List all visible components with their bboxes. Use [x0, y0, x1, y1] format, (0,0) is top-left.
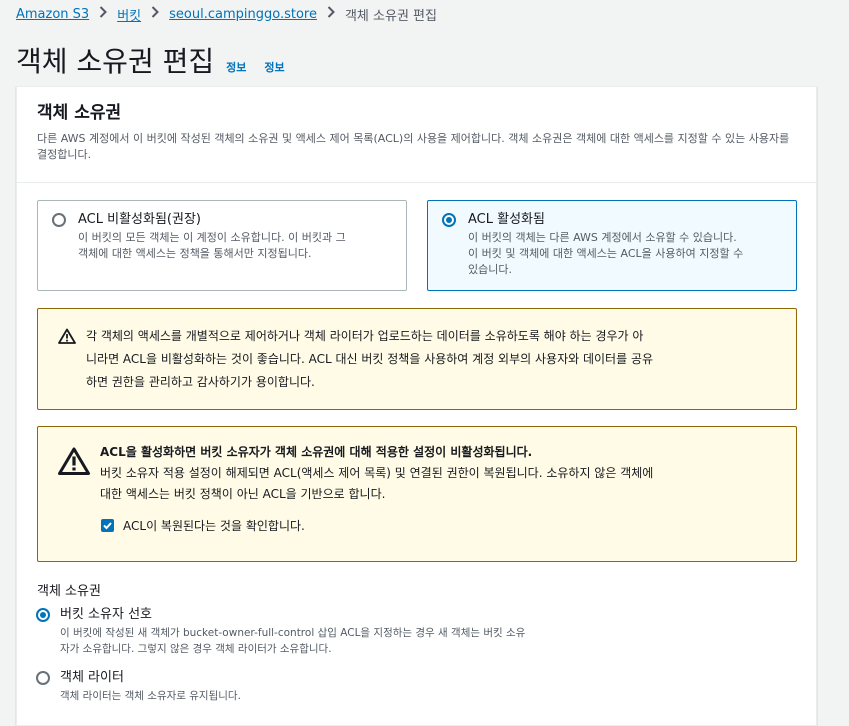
breadcrumb-bucket-name[interactable]: seoul.campinggo.store — [169, 7, 317, 22]
acl-restore-confirm-checkbox[interactable]: ACL이 복원된다는 것을 확인합니다. — [101, 517, 653, 534]
object-ownership-panel: 객체 소유권 다른 AWS 계정에서 이 버킷에 작성된 객체의 소유권 및 액… — [16, 86, 817, 726]
tile-description: 이 버킷의 객체는 다른 AWS 계정에서 소유할 수 있습니다. 이 버킷 및… — [468, 230, 743, 278]
tile-description: 이 버킷의 모든 객체는 이 계정이 소유합니다. 이 버킷과 그 객체에 대한… — [78, 230, 346, 262]
panel-header: 객체 소유권 다른 AWS 계정에서 이 버킷에 작성된 객체의 소유권 및 액… — [17, 87, 816, 183]
option-description: 객체 라이터는 객체 소유자로 유지됩니다. — [60, 690, 241, 702]
breadcrumb-current: 객체 소유권 편집 — [344, 8, 437, 24]
chevron-right-icon — [327, 6, 335, 22]
acl-disabled-tile[interactable]: ACL 비활성화됨(권장) 이 버킷의 모든 객체는 이 계정이 소유합니다. … — [37, 200, 407, 291]
acl-disabled-radio[interactable] — [52, 213, 66, 227]
warning-title: ACL을 활성화하면 버킷 소유자가 객체 소유권에 대해 적용한 설정이 비활… — [100, 445, 533, 459]
option-desc-line: 자가 소유합니다. 그렇지 않은 경우 객체 라이터가 소유합니다. — [60, 643, 332, 655]
chevron-right-icon — [99, 6, 108, 22]
breadcrumb-buckets[interactable]: 버킷 — [117, 5, 141, 24]
tile-desc-line: 이 버킷의 모든 객체는 이 계정이 소유합니다. 이 버킷과 그 — [78, 231, 346, 244]
alert-line: 하면 권한을 관리하고 감사하기가 용이합니다. — [86, 375, 315, 389]
checkbox-label: ACL이 복원된다는 것을 확인합니다. — [123, 519, 305, 533]
info-link-secondary[interactable]: 정보 — [264, 59, 284, 75]
panel-title: 객체 소유권 — [37, 103, 122, 123]
warning-body: 버킷 소유자 적용 설정이 해제되면 ACL(액세스 제어 목록) 및 연결된 … — [100, 463, 653, 505]
tile-label: ACL 활성화됨 — [468, 212, 545, 227]
info-link[interactable]: 정보 — [226, 59, 246, 75]
alert-line: 각 객체의 액세스를 개별적으로 제어하거나 객체 라이터가 업로드하는 데이터… — [86, 329, 644, 343]
page-header: 객체 소유권 편집 정보 정보 — [16, 40, 285, 80]
breadcrumb: Amazon S3 버킷 seoul.campinggo.store 객체 소유… — [16, 4, 437, 24]
tile-desc-line: 이 버킷 및 객체에 대한 액세스는 ACL을 사용하여 지정할 수 — [468, 247, 744, 260]
object-writer-option[interactable]: 객체 라이터 객체 라이터는 객체 소유자로 유지됩니다. — [36, 669, 656, 704]
ownership-section-label: 객체 소유권 — [37, 584, 101, 599]
page-title: 객체 소유권 편집 — [16, 45, 215, 78]
warning-icon — [58, 328, 76, 348]
tile-label: ACL 비활성화됨(권장) — [78, 212, 201, 227]
warning-line: 대한 액세스는 버킷 정책이 아닌 ACL을 기반으로 합니다. — [100, 487, 386, 501]
tile-desc-line: 이 버킷의 객체는 다른 AWS 계정에서 소유할 수 있습니다. — [468, 231, 737, 244]
panel-description: 다른 AWS 계정에서 이 버킷에 작성된 객체의 소유권 및 액세스 제어 목… — [37, 132, 790, 161]
option-desc-line: 이 버킷에 작성된 새 객체가 bucket-owner-full-contro… — [60, 627, 526, 639]
recommendation-text: 각 객체의 액세스를 개별적으로 제어하거나 객체 라이터가 업로드하는 데이터… — [86, 325, 653, 394]
warning-content: ACL을 활성화하면 버킷 소유자가 객체 소유권에 대해 적용한 설정이 비활… — [100, 443, 653, 534]
alert-line: 니라면 ACL을 비활성화하는 것이 좋습니다. ACL 대신 버킷 정책을 사… — [86, 352, 654, 366]
acl-warning-alert: ACL을 활성화하면 버킷 소유자가 객체 소유권에 대해 적용한 설정이 비활… — [37, 426, 797, 562]
option-label: 버킷 소유자 선호 — [60, 607, 152, 622]
bucket-owner-preferred-radio[interactable] — [36, 608, 50, 622]
acl-enabled-tile[interactable]: ACL 활성화됨 이 버킷의 객체는 다른 AWS 계정에서 소유할 수 있습니… — [427, 200, 797, 291]
checkbox-checked-icon[interactable] — [101, 519, 114, 532]
option-label: 객체 라이터 — [60, 670, 124, 685]
warning-line: 버킷 소유자 적용 설정이 해제되면 ACL(액세스 제어 목록) 및 연결된 … — [100, 466, 654, 480]
option-description: 이 버킷에 작성된 새 객체가 bucket-owner-full-contro… — [60, 625, 620, 657]
tile-desc-line: 객체에 대한 액세스는 정책을 통해서만 지정됩니다. — [78, 247, 312, 260]
tile-desc-line: 있습니다. — [468, 263, 512, 276]
chevron-right-icon — [151, 6, 160, 22]
breadcrumb-amazon-s3[interactable]: Amazon S3 — [16, 7, 89, 22]
acl-enabled-radio[interactable] — [442, 213, 456, 227]
recommendation-alert: 각 객체의 액세스를 개별적으로 제어하거나 객체 라이터가 업로드하는 데이터… — [37, 308, 797, 410]
object-writer-radio[interactable] — [36, 671, 50, 685]
warning-icon — [58, 447, 90, 479]
bucket-owner-preferred-option[interactable]: 버킷 소유자 선호 이 버킷에 작성된 새 객체가 bucket-owner-f… — [36, 606, 656, 657]
